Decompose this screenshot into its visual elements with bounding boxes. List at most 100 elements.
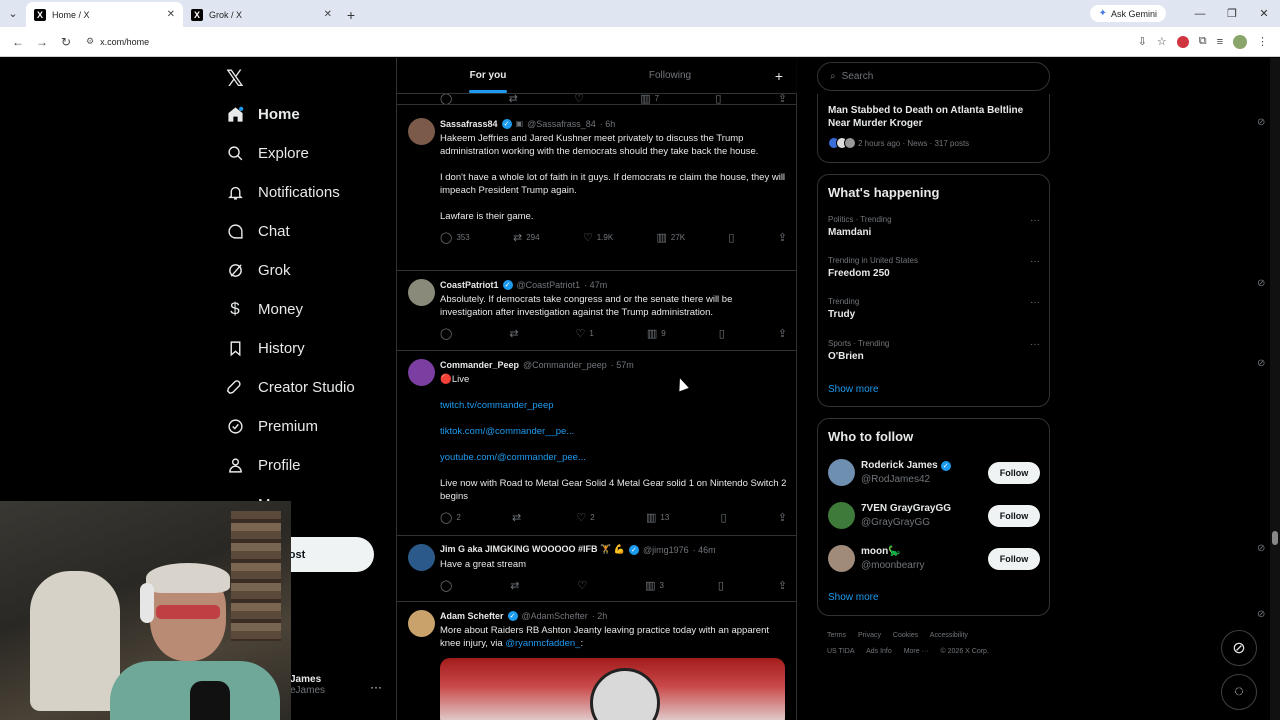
bookmark-star-icon[interactable]: ☆ (1157, 35, 1167, 48)
more-icon[interactable]: ··· (1030, 215, 1040, 226)
share-button[interactable]: ⇪ (778, 327, 787, 340)
page-scrollbar[interactable] (1270, 58, 1280, 720)
new-tab-button[interactable]: + (340, 2, 362, 27)
author-name[interactable]: Jim G aka JIMGKING WOOOOO #IFB 🏋 💪 (440, 544, 625, 555)
bookmark-button[interactable]: ▯ (728, 231, 734, 244)
reply-button[interactable]: ◯ (440, 579, 456, 592)
avatar[interactable] (408, 610, 435, 637)
extensions-icon[interactable]: ⧉ (1199, 35, 1207, 48)
bookmark-button[interactable]: ▯ (721, 511, 727, 524)
scrollbar-thumb[interactable] (1272, 531, 1278, 545)
like-button[interactable]: ♡ 2 (576, 511, 594, 524)
follow-button[interactable]: Follow (988, 505, 1040, 527)
messages-fab-button[interactable]: ◌ (1221, 674, 1257, 710)
show-more-link[interactable]: Show more (828, 592, 879, 603)
author-handle[interactable]: @jimg1976 (643, 545, 689, 555)
author-handle[interactable]: @CoastPatriot1 (517, 280, 581, 290)
share-button[interactable]: ⇪ (778, 231, 787, 244)
install-app-icon[interactable]: ⇩ (1138, 35, 1147, 48)
nav-history[interactable]: History (226, 339, 305, 357)
grok-fab-button[interactable]: ⊘ (1221, 630, 1257, 666)
forward-icon[interactable]: → (30, 35, 54, 49)
share-button[interactable]: ⇪ (778, 579, 787, 592)
timestamp[interactable]: · 47m (584, 280, 607, 290)
views-button[interactable]: ▥ 9 (647, 327, 666, 340)
like-button[interactable]: ♡ 1.9K (583, 231, 613, 244)
trend-item[interactable]: Politics · Trending Mamdani ··· (828, 215, 1040, 238)
reload-icon[interactable]: ↻ (54, 35, 78, 49)
repost-button[interactable]: ⇄ 294 (513, 231, 540, 244)
mention-link[interactable]: @ryanmcfadden_ (505, 638, 580, 649)
avatar[interactable] (408, 359, 435, 386)
browser-menu-icon[interactable]: ⋮ (1257, 35, 1268, 48)
author-name[interactable]: CoastPatriot1 (440, 280, 499, 290)
ask-gemini-button[interactable]: ✦ Ask Gemini (1089, 5, 1166, 22)
grok-icon[interactable]: ⊘ (1257, 358, 1265, 369)
minimize-icon[interactable]: — (1184, 8, 1216, 20)
follow-button[interactable]: Follow (988, 462, 1040, 484)
avatar[interactable] (408, 544, 435, 571)
trend-item[interactable]: Trending in United States Freedom 250 ··… (828, 256, 1040, 279)
news-card[interactable]: Man Stabbed to Death on Atlanta Beltline… (817, 94, 1050, 163)
avatar[interactable] (828, 459, 855, 486)
grok-icon[interactable]: ⊘ (1257, 609, 1265, 620)
nav-premium[interactable]: Premium (226, 417, 318, 435)
repost-button[interactable]: ⇄ (509, 327, 522, 340)
nav-grok[interactable]: Grok (226, 261, 291, 279)
follow-button[interactable]: Follow (988, 548, 1040, 570)
reply-button[interactable]: ◯ 353 (440, 231, 470, 244)
account-switcher[interactable]: James eJames (290, 674, 325, 696)
profile-avatar[interactable] (1233, 34, 1247, 49)
like-button[interactable]: ♡ 1 (576, 327, 594, 340)
search-input[interactable]: ⌕ Search (817, 62, 1050, 91)
footer-link[interactable]: Ads Info (866, 648, 892, 655)
repost-button[interactable]: ⇄ (512, 511, 525, 524)
nav-chat[interactable]: Chat (226, 222, 290, 240)
grok-icon[interactable]: ⊘ (1257, 117, 1265, 128)
bookmark-button[interactable]: ▯ (719, 327, 725, 340)
timestamp[interactable]: · 57m (611, 360, 634, 370)
follow-suggestion[interactable]: Roderick James ✓ @RodJames42 Follow (828, 459, 1040, 489)
follow-suggestion[interactable]: 7VEN GrayGrayGG @GrayGrayGG Follow (828, 502, 1040, 532)
footer-link[interactable]: Accessibility (930, 632, 968, 639)
browser-tab-grok[interactable]: X Grok / X ✕ (183, 2, 340, 27)
more-icon[interactable]: ··· (1030, 256, 1040, 267)
footer-link[interactable]: Privacy (858, 632, 881, 639)
bookmark-button[interactable]: ▯ (718, 579, 724, 592)
adblock-extension-icon[interactable] (1176, 35, 1189, 48)
views-button[interactable]: ▥ 13 (646, 511, 669, 524)
browser-tab-home[interactable]: X Home / X ✕ (26, 2, 183, 27)
author-name[interactable]: Adam Schefter (440, 611, 504, 621)
tiktok-link[interactable]: tiktok.com/@commander__pe... (440, 426, 574, 437)
tweet-media-image[interactable] (440, 658, 785, 720)
reply-button[interactable]: ◯ 2 (440, 511, 461, 524)
more-icon[interactable]: ··· (1030, 339, 1040, 350)
footer-link[interactable]: US TIDA (827, 648, 855, 655)
avatar[interactable] (828, 502, 855, 529)
close-tab-icon[interactable]: ✕ (167, 9, 175, 20)
footer-link[interactable]: More ··· (904, 648, 929, 655)
tweet[interactable]: Commander_Peep @Commander_peep · 57m ⊘··… (397, 351, 1280, 536)
author-handle[interactable]: @Commander_peep (523, 360, 607, 370)
url-field[interactable]: ⚙ x.com/home (86, 36, 149, 47)
views-button[interactable]: ▥ 27K (656, 231, 685, 244)
tweet[interactable]: Adam Schefter ✓ @AdamSchefter · 2h ⊘··· … (397, 602, 1280, 720)
maximize-icon[interactable]: ❐ (1216, 7, 1248, 20)
tab-for-you[interactable]: For you (397, 58, 579, 93)
close-tab-icon[interactable]: ✕ (324, 9, 332, 20)
trend-item[interactable]: Trending Trudy ··· (828, 297, 1040, 320)
like-button[interactable]: ♡ (577, 579, 591, 592)
nav-profile[interactable]: Profile (226, 456, 301, 474)
avatar[interactable] (408, 118, 435, 145)
tweet[interactable]: CoastPatriot1 ✓ @CoastPatriot1 · 47m ⊘ ··… (397, 271, 1280, 351)
follow-suggestion[interactable]: moon🦕 @moonbearry Follow (828, 545, 1040, 575)
share-button[interactable]: ⇪ (778, 511, 787, 524)
footer-link[interactable]: Cookies (893, 632, 918, 639)
nav-notifications[interactable]: Notifications (226, 183, 340, 201)
author-handle[interactable]: @Sassafrass_84 (527, 119, 596, 129)
nav-home[interactable]: Home (226, 105, 300, 123)
author-handle[interactable]: @AdamSchefter (522, 611, 588, 621)
timestamp[interactable]: · 2h (592, 611, 608, 621)
x-logo-icon[interactable]: 𝕏 (226, 66, 244, 92)
twitch-link[interactable]: twitch.tv/commander_peep (440, 400, 554, 411)
